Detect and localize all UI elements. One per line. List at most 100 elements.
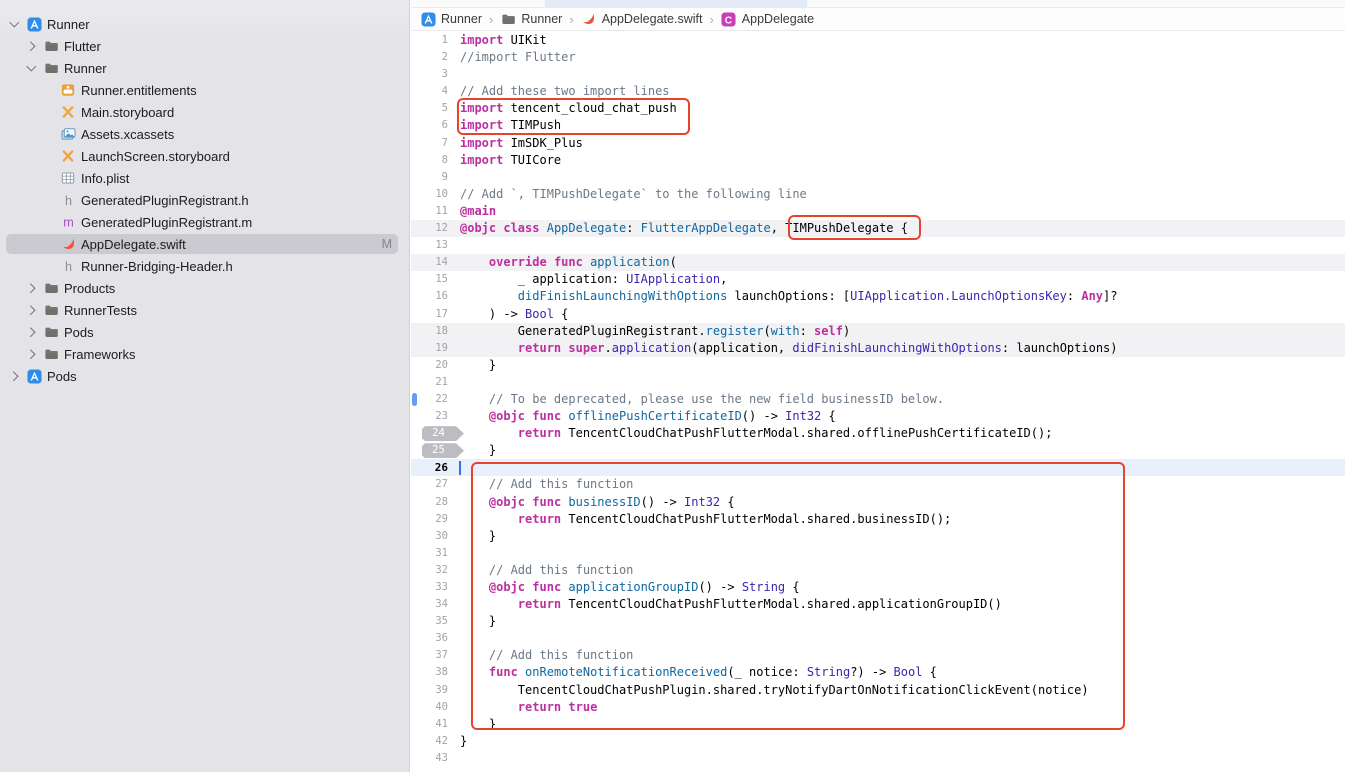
code-line-35[interactable]: 35 }	[411, 613, 1345, 630]
line-number[interactable]: 17	[411, 306, 448, 323]
line-number[interactable]: 21	[411, 374, 448, 391]
code-line-26[interactable]: 26	[411, 459, 1345, 476]
code-line-19[interactable]: 19 return super.application(application,…	[411, 340, 1345, 357]
breadcrumb-item-appdelegate-swift[interactable]: AppDelegate.swift	[581, 11, 703, 27]
code-line-9[interactable]: 9	[411, 169, 1345, 186]
code-line-10[interactable]: 10// Add `, TIMPushDelegate` to the foll…	[411, 186, 1345, 203]
code-line-8[interactable]: 8import TUICore	[411, 152, 1345, 169]
code-line-14[interactable]: 14 override func application(	[411, 254, 1345, 271]
code-line-25[interactable]: 25 }	[411, 442, 1345, 459]
line-number[interactable]: 3	[411, 66, 448, 83]
code-line-1[interactable]: 1import UIKit	[411, 32, 1345, 49]
line-number[interactable]: 26	[411, 459, 448, 476]
active-tab-edge[interactable]	[545, 0, 807, 7]
code-line-22[interactable]: 22 // To be deprecated, please use the n…	[411, 391, 1345, 408]
line-number[interactable]: 11	[411, 203, 448, 220]
breadcrumb-item-appdelegate[interactable]: CAppDelegate	[721, 11, 814, 27]
line-number[interactable]: 1	[411, 32, 448, 49]
code-line-3[interactable]: 3	[411, 66, 1345, 83]
code-line-40[interactable]: 40 return true	[411, 699, 1345, 716]
code-line-21[interactable]: 21	[411, 374, 1345, 391]
chevron-right-icon[interactable]	[25, 282, 38, 295]
breakpoint-marker[interactable]: 24	[422, 426, 464, 441]
line-number[interactable]: 15	[411, 271, 448, 288]
sidebar-item-runner-bridging-header-h[interactable]: hRunner-Bridging-Header.h	[0, 255, 409, 277]
code-line-12[interactable]: 12@objc class AppDelegate: FlutterAppDel…	[411, 220, 1345, 237]
sidebar-item-runnertests[interactable]: RunnerTests	[0, 299, 409, 321]
sidebar-item-assets-xcassets[interactable]: Assets.xcassets	[0, 123, 409, 145]
chevron-right-icon[interactable]	[25, 40, 38, 53]
line-number[interactable]: 6	[411, 117, 448, 134]
code-line-32[interactable]: 32 // Add this function	[411, 562, 1345, 579]
line-number[interactable]: 30	[411, 528, 448, 545]
line-number[interactable]: 38	[411, 664, 448, 681]
sidebar-item-runner[interactable]: Runner	[0, 13, 409, 35]
code-line-43[interactable]: 43	[411, 750, 1345, 767]
code-line-39[interactable]: 39 TencentCloudChatPushPlugin.shared.try…	[411, 682, 1345, 699]
code-area[interactable]: 1import UIKit2//import Flutter34// Add t…	[411, 31, 1345, 767]
sidebar-item-appdelegate-swift[interactable]: AppDelegate.swiftM	[0, 233, 409, 255]
line-number[interactable]: 27	[411, 476, 448, 493]
sidebar-item-generatedpluginregistrant-m[interactable]: mGeneratedPluginRegistrant.m	[0, 211, 409, 233]
sidebar-item-products[interactable]: Products	[0, 277, 409, 299]
line-number[interactable]: 7	[411, 135, 448, 152]
line-number[interactable]: 22	[411, 391, 448, 408]
line-number[interactable]: 4	[411, 83, 448, 100]
line-number[interactable]: 34	[411, 596, 448, 613]
line-number[interactable]: 43	[411, 750, 448, 767]
chevron-down-icon[interactable]	[25, 62, 38, 75]
code-line-38[interactable]: 38 func onRemoteNotificationReceived(_ n…	[411, 664, 1345, 681]
code-line-36[interactable]: 36	[411, 630, 1345, 647]
line-number[interactable]: 29	[411, 511, 448, 528]
line-number[interactable]: 20	[411, 357, 448, 374]
line-number[interactable]: 8	[411, 152, 448, 169]
line-number[interactable]: 31	[411, 545, 448, 562]
code-line-13[interactable]: 13	[411, 237, 1345, 254]
sidebar-item-main-storyboard[interactable]: Main.storyboard	[0, 101, 409, 123]
sidebar-item-runner[interactable]: Runner	[0, 57, 409, 79]
code-line-18[interactable]: 18 GeneratedPluginRegistrant.register(wi…	[411, 323, 1345, 340]
code-line-20[interactable]: 20 }	[411, 357, 1345, 374]
line-number[interactable]: 28	[411, 494, 448, 511]
code-line-7[interactable]: 7import ImSDK_Plus	[411, 135, 1345, 152]
line-number[interactable]: 36	[411, 630, 448, 647]
line-number[interactable]: 40	[411, 699, 448, 716]
code-line-15[interactable]: 15 _ application: UIApplication,	[411, 271, 1345, 288]
chevron-down-icon[interactable]	[8, 18, 21, 31]
breadcrumb-item-runner[interactable]: Runner	[420, 11, 482, 27]
sidebar-item-pods[interactable]: Pods	[0, 321, 409, 343]
code-line-30[interactable]: 30 }	[411, 528, 1345, 545]
code-line-42[interactable]: 42}	[411, 733, 1345, 750]
line-number[interactable]: 23	[411, 408, 448, 425]
sidebar-item-pods[interactable]: Pods	[0, 365, 409, 387]
code-line-33[interactable]: 33 @objc func applicationGroupID() -> St…	[411, 579, 1345, 596]
line-number[interactable]: 19	[411, 340, 448, 357]
code-line-37[interactable]: 37 // Add this function	[411, 647, 1345, 664]
code-line-2[interactable]: 2//import Flutter	[411, 49, 1345, 66]
line-number[interactable]: 9	[411, 169, 448, 186]
line-number[interactable]: 10	[411, 186, 448, 203]
code-line-17[interactable]: 17 ) -> Bool {	[411, 306, 1345, 323]
code-line-27[interactable]: 27 // Add this function	[411, 476, 1345, 493]
line-number[interactable]: 39	[411, 682, 448, 699]
sidebar-item-frameworks[interactable]: Frameworks	[0, 343, 409, 365]
line-number[interactable]: 2	[411, 49, 448, 66]
code-line-31[interactable]: 31	[411, 545, 1345, 562]
line-number[interactable]: 35	[411, 613, 448, 630]
sidebar-item-generatedpluginregistrant-h[interactable]: hGeneratedPluginRegistrant.h	[0, 189, 409, 211]
line-number[interactable]: 12	[411, 220, 448, 237]
chevron-right-icon[interactable]	[25, 348, 38, 361]
breakpoint-marker[interactable]: 25	[422, 443, 464, 458]
code-line-28[interactable]: 28 @objc func businessID() -> Int32 {	[411, 494, 1345, 511]
line-number[interactable]: 16	[411, 288, 448, 305]
line-number[interactable]: 32	[411, 562, 448, 579]
code-line-5[interactable]: 5import tencent_cloud_chat_push	[411, 100, 1345, 117]
chevron-right-icon[interactable]	[8, 370, 21, 383]
line-number[interactable]: 33	[411, 579, 448, 596]
breadcrumb-item-runner[interactable]: Runner	[500, 11, 562, 27]
code-line-29[interactable]: 29 return TencentCloudChatPushFlutterMod…	[411, 511, 1345, 528]
code-line-23[interactable]: 23 @objc func offlinePushCertificateID()…	[411, 408, 1345, 425]
line-number[interactable]: 13	[411, 237, 448, 254]
chevron-right-icon[interactable]	[25, 326, 38, 339]
code-line-11[interactable]: 11@main	[411, 203, 1345, 220]
